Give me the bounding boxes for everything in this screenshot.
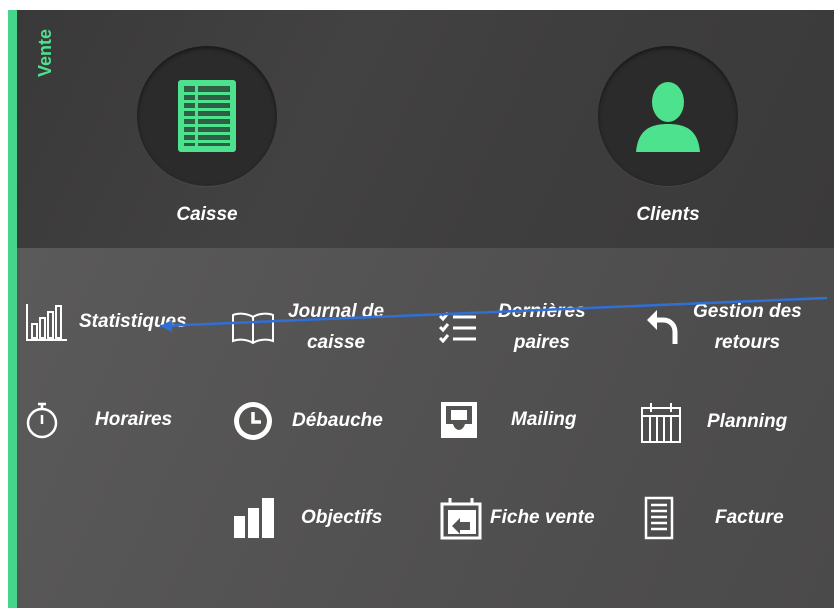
tile-label: Débauche bbox=[292, 410, 383, 431]
clients-label: Clients bbox=[636, 204, 700, 225]
tile-dernieres-paires[interactable]: Dernières paires bbox=[438, 296, 586, 358]
tile-label: Statistiques bbox=[79, 311, 187, 332]
tile-mailing[interactable]: Mailing bbox=[437, 400, 576, 440]
caisse-button[interactable]: Caisse bbox=[132, 46, 282, 226]
tile-label-line2: retours bbox=[714, 332, 781, 353]
bar-chart-icon bbox=[25, 300, 69, 344]
tile-label-line2: paires bbox=[513, 332, 570, 353]
inbox-tray-icon bbox=[437, 400, 481, 440]
person-icon bbox=[636, 82, 700, 152]
clients-icon-circle bbox=[598, 46, 738, 186]
section-label: Vente bbox=[35, 29, 55, 78]
undo-arrow-icon bbox=[645, 306, 681, 348]
tile-debauche[interactable]: Débauche bbox=[232, 400, 383, 442]
tile-label: Horaires bbox=[95, 409, 173, 430]
clock-icon bbox=[232, 400, 274, 442]
tile-label: Dernières paires bbox=[498, 296, 586, 358]
stopwatch-icon bbox=[24, 400, 60, 440]
caisse-label: Caisse bbox=[176, 204, 238, 225]
ascending-bars-icon bbox=[232, 496, 276, 540]
tile-label: Objectifs bbox=[301, 507, 383, 528]
invoice-document-icon bbox=[644, 496, 674, 540]
tile-label-line1: Dernières bbox=[498, 301, 586, 322]
tile-label: Fiche vente bbox=[490, 507, 595, 528]
tile-label-line1: Journal de bbox=[288, 301, 385, 322]
open-book-icon bbox=[230, 305, 276, 349]
tile-label: Journal de caisse bbox=[288, 296, 384, 358]
tile-objectifs[interactable]: Objectifs bbox=[232, 496, 382, 540]
section-accent-bar bbox=[8, 10, 17, 608]
tile-horaires[interactable]: Horaires bbox=[24, 400, 172, 440]
tile-label-line1: Gestion des bbox=[693, 301, 802, 322]
clients-button[interactable]: Clients bbox=[593, 46, 743, 226]
calendar-icon bbox=[639, 400, 683, 444]
tile-gestion-des-retours[interactable]: Gestion des retours bbox=[645, 296, 802, 358]
tile-fiche-vente[interactable]: Fiche vente bbox=[440, 496, 595, 540]
caisse-icon-circle bbox=[137, 46, 277, 186]
tile-planning[interactable]: Planning bbox=[639, 400, 787, 444]
tile-label: Gestion des retours bbox=[693, 296, 802, 358]
tile-facture[interactable]: Facture bbox=[644, 496, 784, 540]
tile-label: Facture bbox=[715, 507, 784, 528]
checklist-icon bbox=[438, 307, 478, 347]
tile-journal-de-caisse[interactable]: Journal de caisse bbox=[230, 296, 384, 358]
tile-statistiques[interactable]: Statistiques bbox=[25, 300, 187, 344]
tile-label-line2: caisse bbox=[306, 332, 366, 353]
tile-label: Planning bbox=[707, 411, 788, 432]
form-transfer-icon bbox=[440, 496, 482, 540]
cash-register-sheet-icon bbox=[178, 80, 236, 152]
tile-label: Mailing bbox=[511, 409, 577, 430]
